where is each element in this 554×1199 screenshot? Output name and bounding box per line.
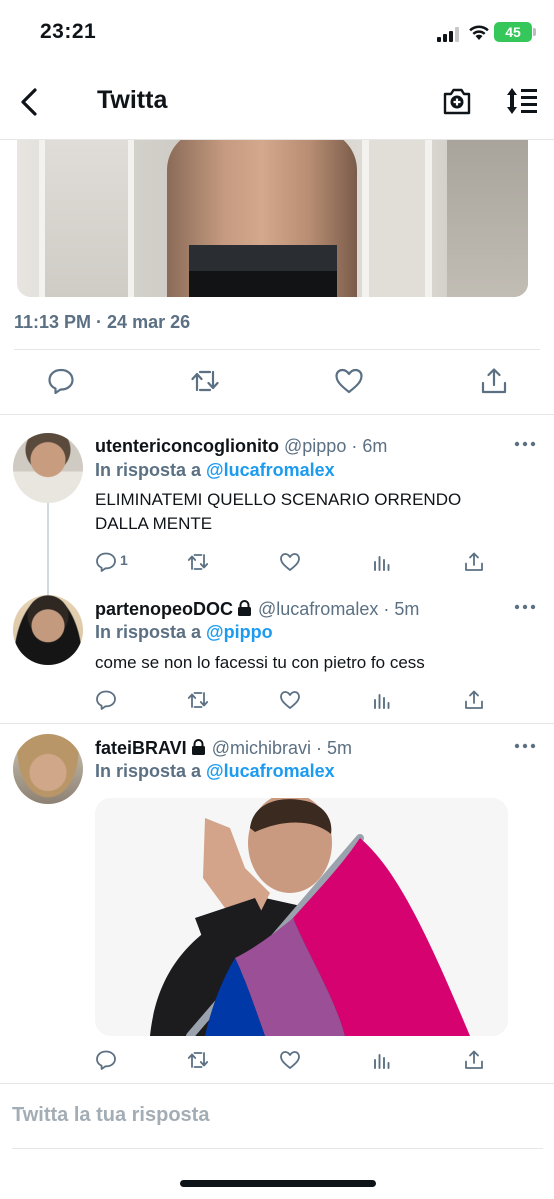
tweet-age: · 6m [351,436,388,456]
handle[interactable]: @michibravi [212,738,311,758]
retweet-icon[interactable] [187,1049,209,1071]
reply-composer: Twitta la tua risposta [0,1083,554,1149]
reply-header: fateiBRAVI @michibravi · 5m [95,738,352,759]
analytics-icon[interactable] [371,551,393,573]
mention-link[interactable]: @lucafromalex [206,460,335,480]
divider [0,414,554,415]
status-bar: 23:21 45 [0,0,554,66]
lock-icon [191,739,205,755]
chevron-left-icon[interactable] [14,86,46,118]
wifi-icon [469,25,489,40]
share-icon[interactable] [463,689,485,711]
tweet-photo[interactable] [17,140,528,297]
reply-prefix: In risposta a [95,761,202,781]
avatar[interactable] [13,433,83,503]
share-icon[interactable] [479,366,509,396]
reply-actions [95,1049,495,1073]
more-icon[interactable] [514,742,536,750]
display-name[interactable]: partenopeoDOC [95,599,233,619]
reply-icon[interactable] [95,551,117,573]
home-indicator[interactable] [180,1180,376,1187]
avatar[interactable] [13,734,83,804]
mention-link[interactable]: @lucafromalex [206,761,335,781]
reply-icon[interactable] [95,689,117,711]
in-reply-to: In risposta a @lucafromalex [95,761,335,782]
page-title: Twitta [97,86,168,114]
reply-icon[interactable] [46,366,76,396]
status-time: 23:21 [40,20,97,43]
reply-prefix: In risposta a [95,460,202,480]
divider [14,349,540,350]
tweet-text-line: ELIMINATEMI QUELLO SCENARIO ORRENDO [95,490,462,509]
display-name[interactable]: fateiBRAVI [95,738,187,758]
tweet-age: · 5m [383,599,420,619]
heart-icon[interactable] [279,689,301,711]
retweet-icon[interactable] [187,551,209,573]
share-icon[interactable] [463,551,485,573]
mention-link[interactable]: @pippo [206,622,273,642]
reply-prefix: In risposta a [95,622,202,642]
reply-header: utentericoncoglionito @pippo · 6m [95,436,387,457]
more-icon[interactable] [514,440,536,448]
reply-actions [95,689,495,713]
avatar[interactable] [13,595,83,665]
reply-header: partenopeoDOC @lucafromalex · 5m [95,599,419,620]
in-reply-to: In risposta a @lucafromalex [95,460,335,481]
heart-icon[interactable] [279,551,301,573]
tweet-text: come se non lo facessi tu con pietro fo … [95,651,515,675]
in-reply-to: In risposta a @pippo [95,622,273,643]
reply-count: 1 [120,552,128,568]
handle[interactable]: @lucafromalex [258,599,378,619]
share-icon[interactable] [463,1049,485,1071]
retweet-icon[interactable] [187,689,209,711]
more-icon[interactable] [514,603,536,611]
heart-icon[interactable] [279,1049,301,1071]
thread-line [47,503,49,595]
tweet-timestamp: 11:13 PM · 24 mar 26 [14,312,191,332]
camera-plus-icon[interactable] [441,85,473,117]
tweet-text-line: DALLA MENTE [95,514,213,533]
sort-icon[interactable] [505,86,539,116]
tweet-text: ELIMINATEMI QUELLO SCENARIO ORRENDO DALL… [95,488,515,536]
battery-indicator: 45 [494,22,536,42]
display-name[interactable]: utentericoncoglionito [95,436,279,456]
heart-icon[interactable] [334,366,364,396]
reply-actions: 1 [95,551,495,575]
lock-icon [238,600,252,616]
retweet-icon[interactable] [190,366,220,396]
reply-icon[interactable] [95,1049,117,1071]
analytics-icon[interactable] [371,1049,393,1071]
analytics-icon[interactable] [371,689,393,711]
handle[interactable]: @pippo [284,436,346,456]
divider [12,1148,543,1149]
nav-bar: Twitta [0,66,554,140]
tweet-text-line: come se non lo facessi tu con pietro fo … [95,653,425,672]
man-with-bisexual-flag-image [95,798,508,1036]
signal-icon [437,27,459,42]
tweet-actions [0,362,554,402]
tweet-media-image[interactable] [95,798,508,1036]
divider [0,723,554,724]
tweet-age: · 5m [316,738,352,758]
reply-input[interactable]: Twitta la tua risposta [12,1104,532,1134]
